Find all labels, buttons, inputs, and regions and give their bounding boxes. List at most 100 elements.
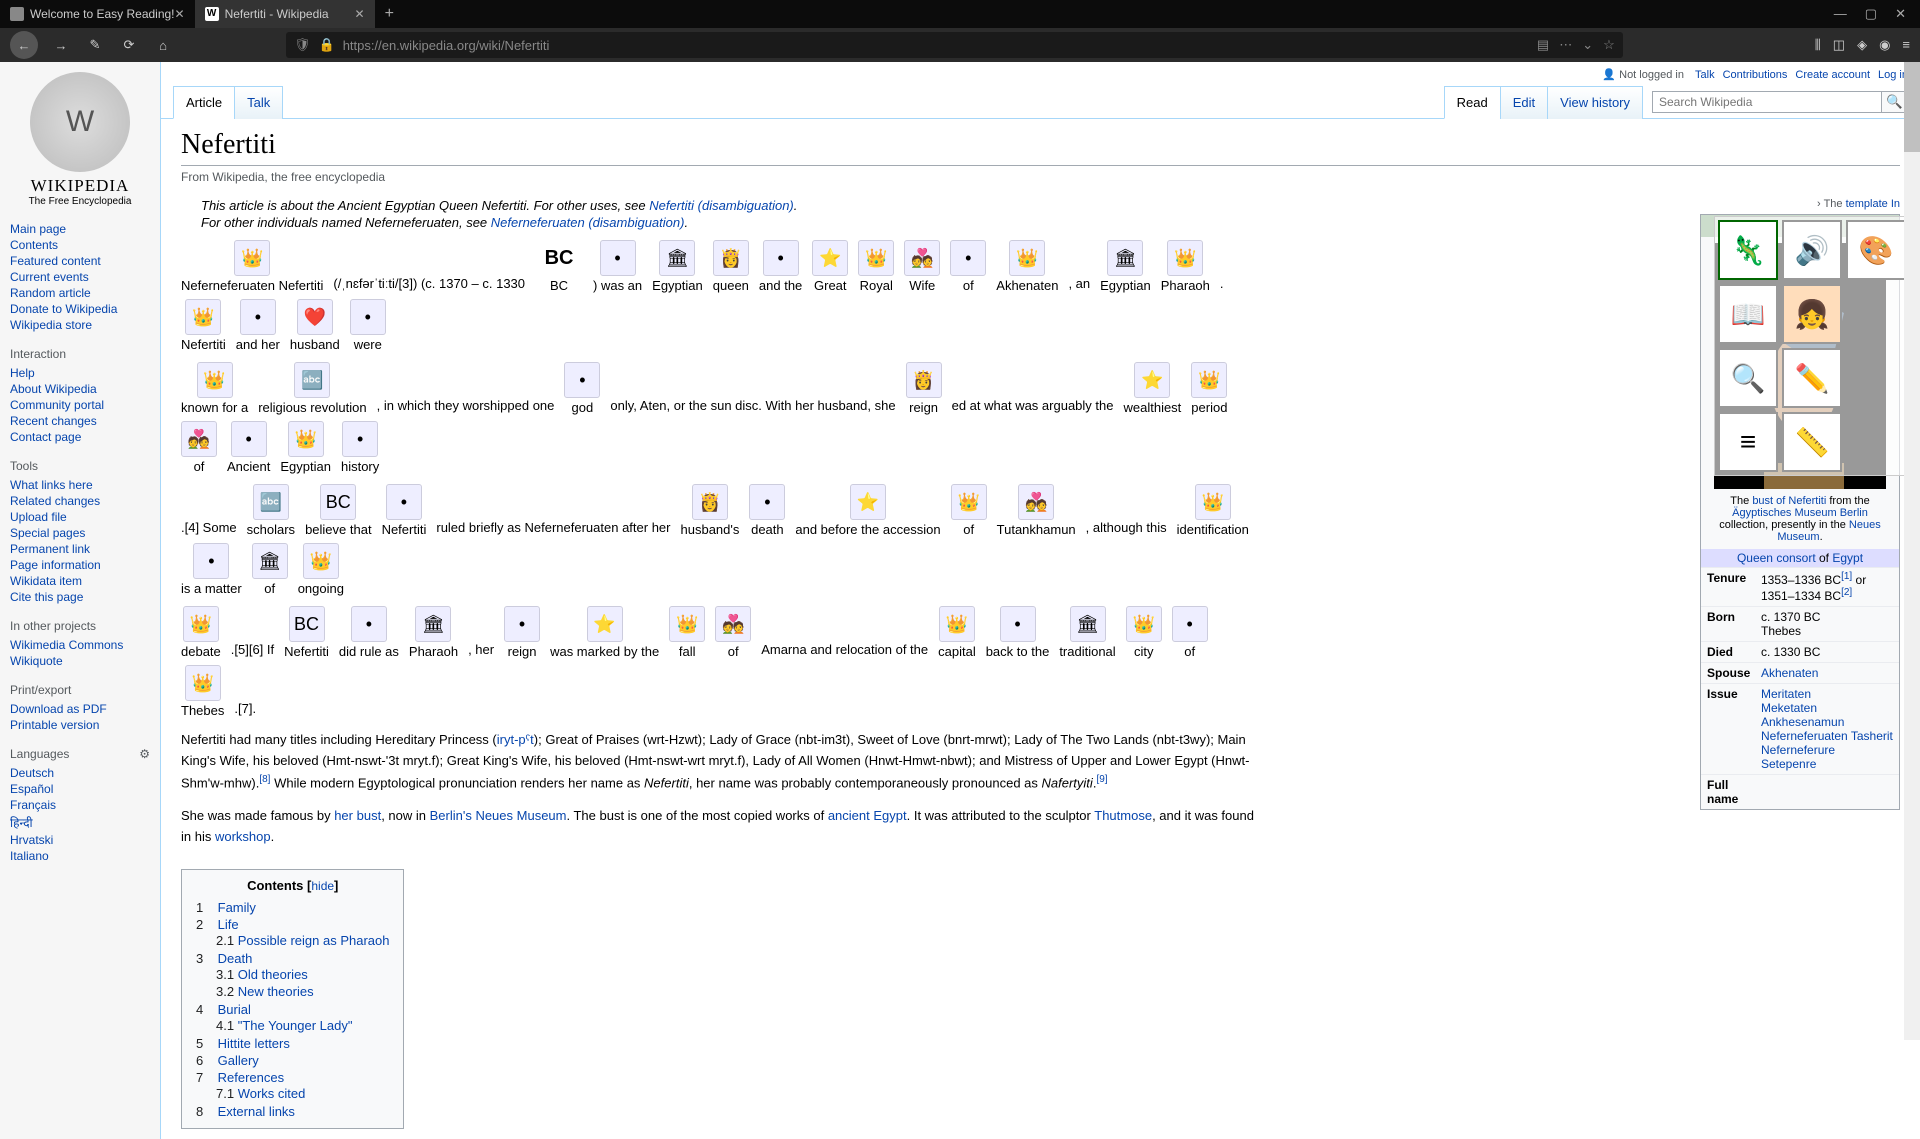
reader-mode-icon[interactable]: ▤: [1537, 37, 1549, 53]
toc-link[interactable]: Works cited: [238, 1086, 306, 1101]
a11y-palette-icon[interactable]: 🎨: [1846, 220, 1906, 280]
maximize-icon[interactable]: ▢: [1865, 6, 1877, 22]
infobox-link[interactable]: Neferneferuaten Tasherit: [1761, 729, 1893, 743]
toc-link[interactable]: External links: [218, 1104, 295, 1119]
toc-toggle[interactable]: hide: [311, 879, 334, 893]
toc-link[interactable]: Family: [218, 900, 256, 915]
sidebar-link[interactable]: Help: [10, 365, 150, 381]
sidebar-link[interactable]: Current events: [10, 269, 150, 285]
sidebar-link[interactable]: Hrvatski: [10, 832, 150, 848]
infobox-link[interactable]: Meketaten: [1761, 701, 1893, 715]
template-link[interactable]: template In: [1846, 198, 1900, 210]
toc-link[interactable]: Burial: [218, 1002, 251, 1017]
vertical-scrollbar[interactable]: [1904, 62, 1920, 1040]
sidebar-link[interactable]: Wikiquote: [10, 653, 150, 669]
ancient-egypt-link[interactable]: ancient Egypt: [828, 808, 907, 823]
reload-button[interactable]: ⟳: [118, 34, 140, 56]
shield-icon[interactable]: 🛡: [294, 37, 311, 53]
toc-link[interactable]: References: [218, 1070, 284, 1085]
personal-link[interactable]: Talk: [1695, 69, 1715, 81]
queen-consort-link[interactable]: Queen consort: [1737, 551, 1816, 565]
sidebar-link[interactable]: Page information: [10, 557, 150, 573]
ref-8[interactable]: [8]: [259, 774, 270, 785]
browser-tab-wikipedia[interactable]: W Nefertiti - Wikipedia ✕: [195, 0, 375, 28]
close-icon[interactable]: ✕: [175, 7, 185, 21]
menu-icon[interactable]: ≡: [1902, 37, 1910, 53]
wikipedia-logo[interactable]: W WIKIPEDIA The Free Encyclopedia: [10, 72, 150, 207]
disambig-link-2[interactable]: Neferneferuaten (disambiguation): [491, 215, 685, 230]
toc-link[interactable]: Life: [218, 917, 239, 932]
a11y-chameleon-icon[interactable]: 🦎: [1718, 220, 1778, 280]
sidebar-link[interactable]: Permanent link: [10, 541, 150, 557]
ref-9[interactable]: [9]: [1096, 774, 1107, 785]
sidebar-link[interactable]: About Wikipedia: [10, 381, 150, 397]
sidebar-link[interactable]: Wikidata item: [10, 573, 150, 589]
lock-icon[interactable]: 🔒: [319, 37, 335, 53]
toc-link[interactable]: Hittite letters: [218, 1036, 290, 1051]
sidebar-link[interactable]: Contact page: [10, 429, 150, 445]
page-tab[interactable]: Edit: [1500, 86, 1548, 119]
sidebar-link[interactable]: Related changes: [10, 493, 150, 509]
close-window-icon[interactable]: ✕: [1895, 6, 1906, 22]
sidebar-link[interactable]: Special pages: [10, 525, 150, 541]
infobox-link[interactable]: Ankhesenamun: [1761, 715, 1893, 729]
sidebar-link[interactable]: What links here: [10, 477, 150, 493]
infobox-link[interactable]: Neferneferure: [1761, 743, 1893, 757]
workshop-link[interactable]: workshop: [215, 829, 271, 844]
new-tab-button[interactable]: +: [375, 5, 404, 23]
toc-link[interactable]: Gallery: [218, 1053, 259, 1068]
a11y-magnify-icon[interactable]: 🔍: [1718, 348, 1778, 408]
sidebar-link[interactable]: हिन्दी: [10, 813, 150, 832]
sidebar-link[interactable]: Contents: [10, 237, 150, 253]
toc-link[interactable]: Possible reign as Pharaoh: [238, 933, 390, 948]
sidebar-link[interactable]: Italiano: [10, 848, 150, 864]
personal-link[interactable]: Create account: [1795, 69, 1870, 81]
sidebar-link[interactable]: Main page: [10, 221, 150, 237]
bust-link[interactable]: bust of Nefertiti: [1752, 495, 1826, 507]
home-button[interactable]: ⌂: [152, 34, 174, 56]
egypt-link[interactable]: Egypt: [1832, 551, 1863, 565]
browser-tab-easy-reading[interactable]: Welcome to Easy Reading! ✕: [0, 0, 195, 28]
thutmose-link[interactable]: Thutmose: [1094, 808, 1152, 823]
account-icon[interactable]: ◉: [1879, 37, 1890, 53]
bookmark-star-icon[interactable]: ☆: [1603, 37, 1615, 53]
toc-link[interactable]: "The Younger Lady": [238, 1018, 353, 1033]
edit-url-icon[interactable]: ✎: [84, 34, 106, 56]
sidebar-link[interactable]: Wikipedia store: [10, 317, 150, 333]
a11y-annotate-icon[interactable]: ✏️: [1782, 348, 1842, 408]
sidebar-link[interactable]: Random article: [10, 285, 150, 301]
neues-museum-link-2[interactable]: Berlin's Neues Museum: [430, 808, 567, 823]
sidebar-link[interactable]: Deutsch: [10, 765, 150, 781]
page-actions-icon[interactable]: ⋯: [1559, 37, 1572, 53]
museum-link[interactable]: Ägyptisches Museum Berlin: [1732, 507, 1868, 519]
page-tab[interactable]: Read: [1444, 86, 1501, 119]
minimize-icon[interactable]: —: [1834, 6, 1847, 22]
search-input[interactable]: [1652, 91, 1882, 113]
a11y-speak-icon[interactable]: 🔊: [1782, 220, 1842, 280]
toc-link[interactable]: New theories: [238, 984, 314, 999]
a11y-ruler-icon[interactable]: 📏: [1782, 412, 1842, 472]
forward-button[interactable]: →: [50, 34, 72, 56]
gear-icon[interactable]: ⚙: [139, 747, 150, 761]
sidebar-link[interactable]: Recent changes: [10, 413, 150, 429]
sidebar-link[interactable]: Français: [10, 797, 150, 813]
page-tab[interactable]: View history: [1547, 86, 1643, 119]
pocket-icon[interactable]: ⌄: [1582, 37, 1593, 53]
close-icon[interactable]: ✕: [355, 7, 365, 21]
a11y-layout-icon[interactable]: ≡: [1718, 412, 1778, 472]
infobox-link[interactable]: Meritaten: [1761, 687, 1893, 701]
scrollbar-thumb[interactable]: [1904, 62, 1920, 152]
her-bust-link[interactable]: her bust: [334, 808, 381, 823]
sidebar-icon[interactable]: ◫: [1833, 37, 1845, 53]
url-bar[interactable]: 🛡 🔒 https://en.wikipedia.org/wiki/Nefert…: [286, 32, 1623, 58]
personal-link[interactable]: Contributions: [1723, 69, 1788, 81]
page-tab[interactable]: Article: [173, 86, 235, 119]
sidebar-link[interactable]: Community portal: [10, 397, 150, 413]
sidebar-link[interactable]: Upload file: [10, 509, 150, 525]
sidebar-link[interactable]: Featured content: [10, 253, 150, 269]
sidebar-link[interactable]: Download as PDF: [10, 701, 150, 717]
page-tab[interactable]: Talk: [234, 86, 283, 119]
extension-icon[interactable]: ◈: [1857, 37, 1867, 53]
library-icon[interactable]: ⫼: [1815, 37, 1821, 53]
sidebar-link[interactable]: Printable version: [10, 717, 150, 733]
